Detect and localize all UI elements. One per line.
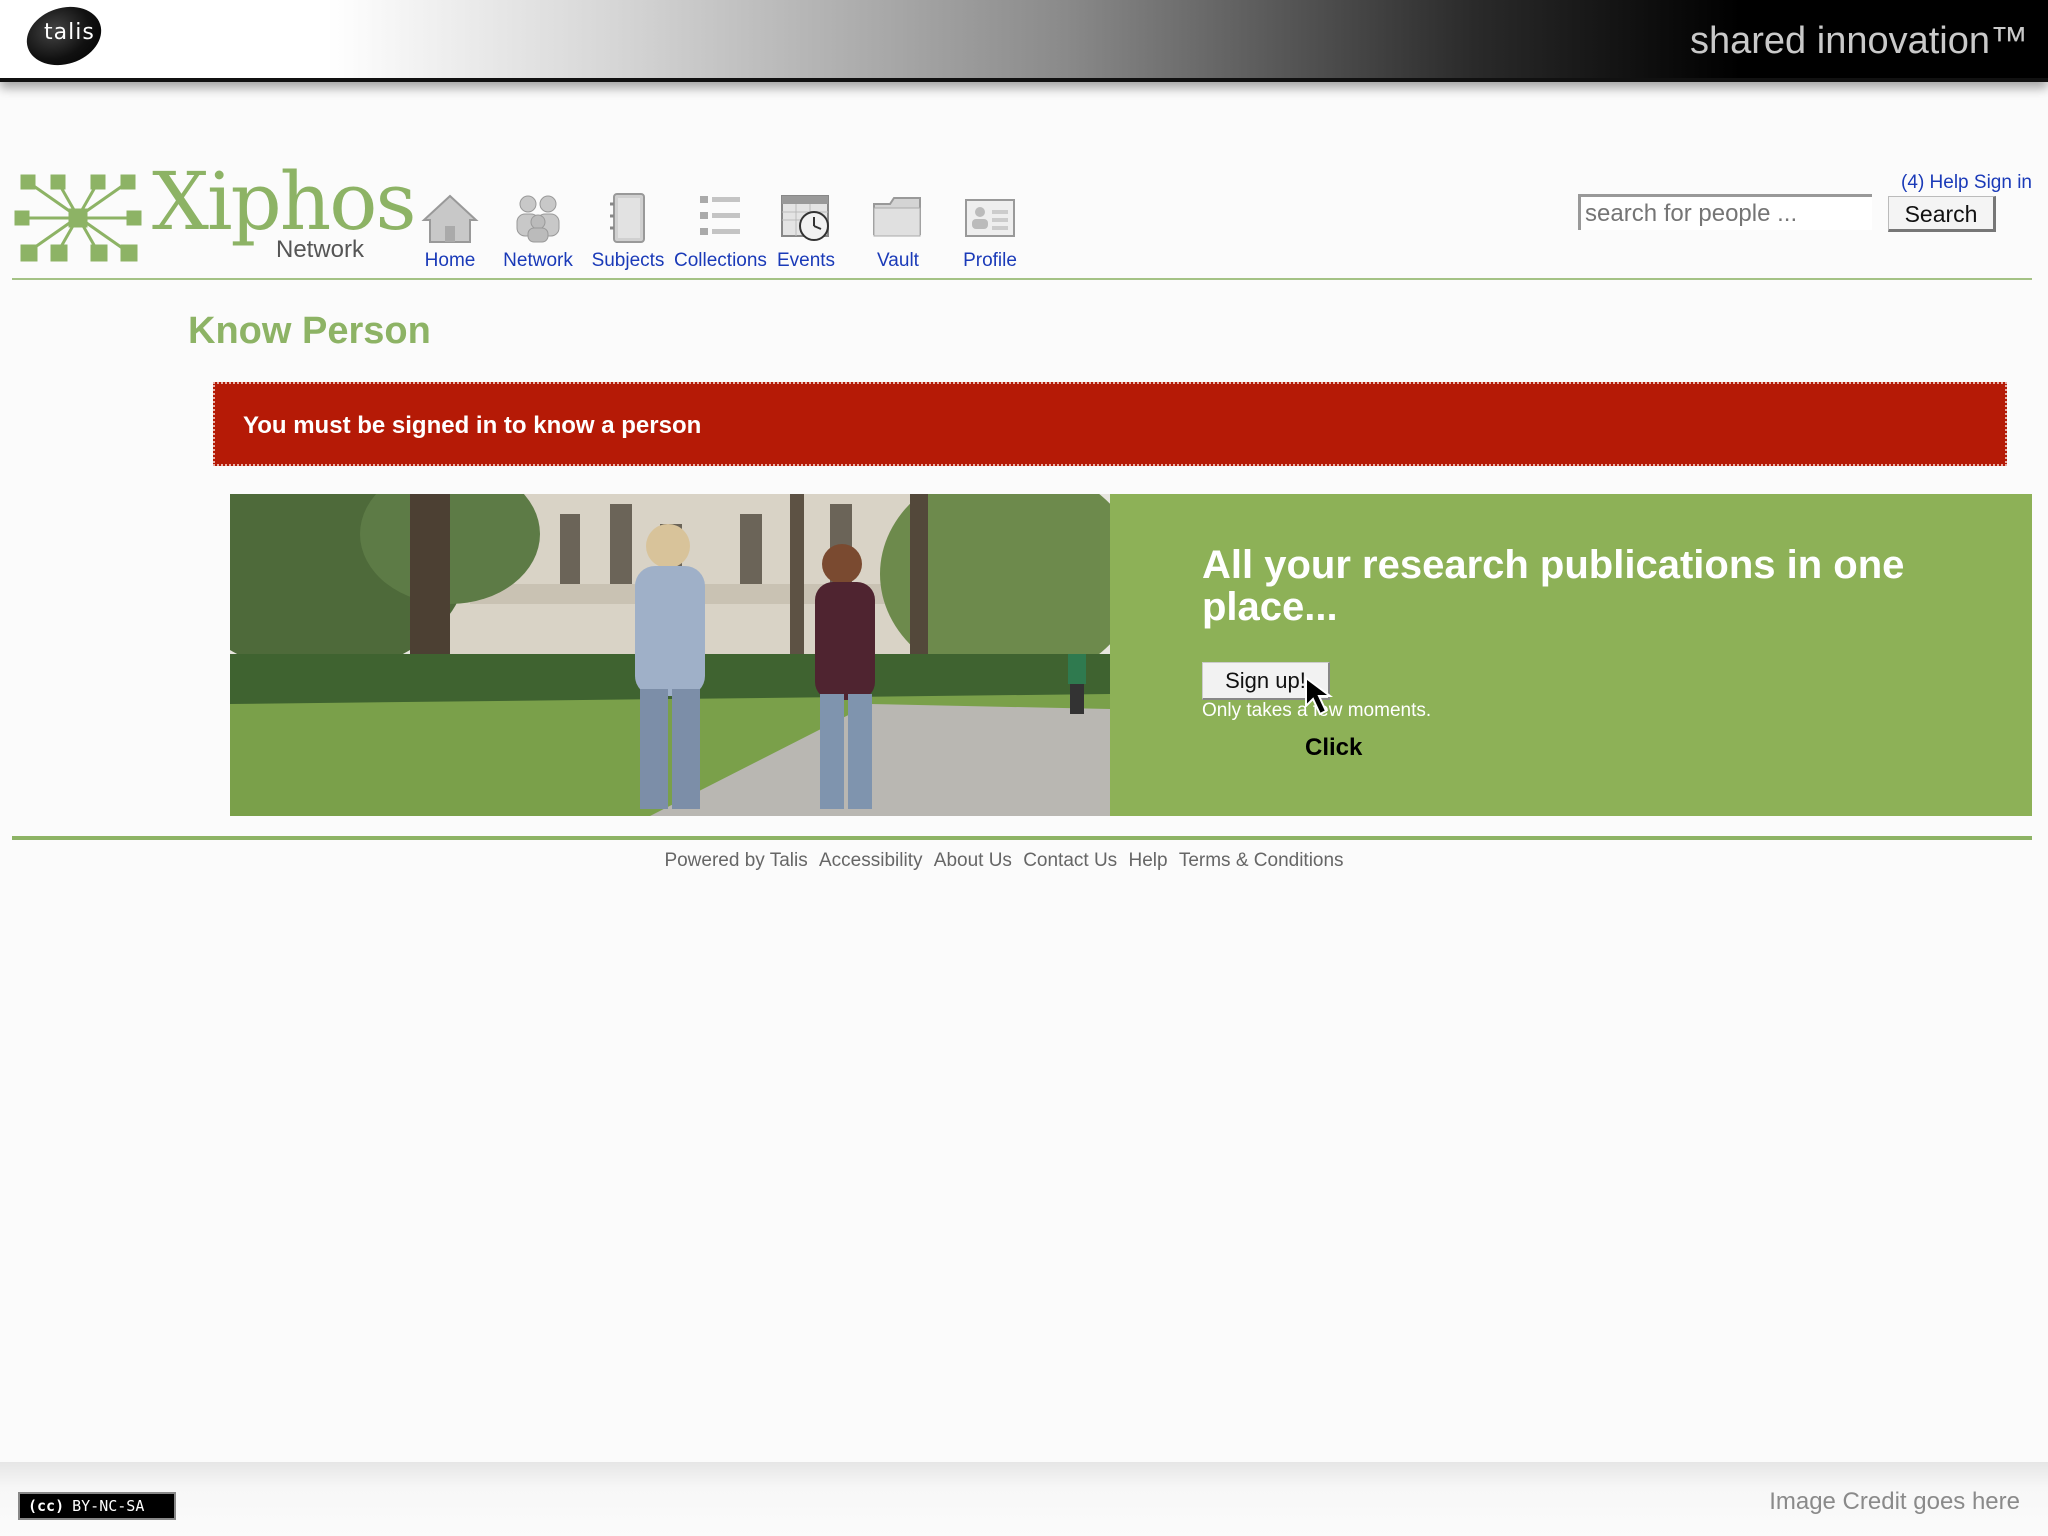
cc-license-badge: (cc) BY-NC-SA — [18, 1492, 176, 1520]
brand-name: Xiphos — [152, 155, 416, 248]
people-icon — [516, 195, 560, 243]
profile-card-icon — [965, 199, 1015, 237]
search-button[interactable]: Search — [1888, 196, 1996, 232]
brand-subtitle: Network — [276, 236, 365, 263]
site-footer: Powered by Talis Accessibility About Us … — [0, 850, 2008, 872]
footer-link-powered-by[interactable]: Powered by Talis — [664, 850, 807, 871]
image-credit: Image Credit goes here — [1769, 1488, 2020, 1515]
promo-banner: All your research publications in one pl… — [230, 494, 2032, 816]
nav-profile[interactable]: Profile — [944, 192, 1036, 272]
nav-label: Home — [424, 250, 476, 271]
nav-label: Events — [776, 250, 836, 271]
header-divider — [12, 278, 2032, 280]
nav-subjects[interactable]: Subjects — [582, 192, 674, 272]
campus-photo-illustration — [230, 494, 1110, 816]
search-input[interactable] — [1578, 194, 1872, 230]
click-annotation: Click — [1305, 734, 1363, 761]
footer-link-contact[interactable]: Contact Us — [1023, 850, 1117, 871]
license-text: BY-NC-SA — [72, 1497, 145, 1515]
slide-footer-band — [0, 1462, 2048, 1536]
promo-headline: All your research publications in one pl… — [1202, 543, 1905, 629]
error-alert: You must be signed in to know a person — [213, 382, 2007, 466]
nav-label: Network — [503, 250, 573, 271]
nav-network[interactable]: Network — [492, 192, 584, 272]
footer-link-terms[interactable]: Terms & Conditions — [1179, 850, 1344, 871]
home-icon — [421, 194, 479, 243]
footer-link-help[interactable]: Help — [1128, 850, 1167, 871]
mouse-pointer-icon — [1305, 676, 1333, 716]
alert-message: You must be signed in to know a person — [243, 412, 702, 439]
footer-link-accessibility[interactable]: Accessibility — [819, 850, 922, 871]
footer-divider — [12, 836, 2032, 840]
list-icon — [700, 196, 740, 235]
campus-photo — [230, 494, 1110, 816]
creative-commons-icon: (cc) — [28, 1497, 65, 1515]
nav-vault[interactable]: Vault — [852, 192, 944, 272]
nav-label: Profile — [963, 250, 1017, 271]
nav-label: Collections — [674, 250, 767, 271]
promo-panel: All your research publications in one pl… — [1110, 494, 2032, 816]
nav-collections[interactable]: Collections — [674, 192, 767, 272]
folder-icon — [873, 197, 921, 237]
slide-tagline: shared innovation™ — [1690, 20, 2028, 62]
nav-home[interactable]: Home — [404, 192, 496, 272]
talis-logo-text: talis — [44, 20, 95, 45]
notebook-icon — [610, 193, 645, 243]
calendar-clock-icon — [781, 195, 829, 241]
footer-link-about[interactable]: About Us — [934, 850, 1012, 871]
page-title: Know Person — [188, 310, 431, 352]
nav-label: Vault — [877, 250, 919, 271]
xiphos-logo-icon — [14, 174, 142, 262]
slide-header-band: talis shared innovation™ — [0, 0, 2048, 82]
help-sign-in-links[interactable]: (4) Help Sign in — [1901, 172, 2032, 194]
nav-events[interactable]: Events — [760, 192, 852, 272]
nav-label: Subjects — [591, 250, 665, 271]
